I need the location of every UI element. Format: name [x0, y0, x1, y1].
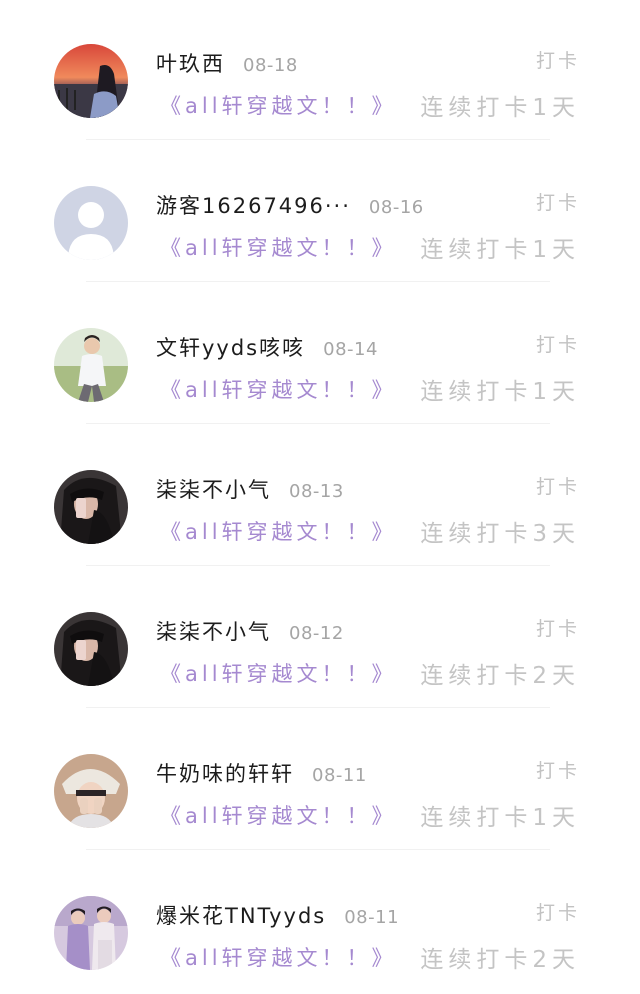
book-title-link[interactable]: 《all轩穿越文！！》 [160, 90, 397, 120]
user-avatar[interactable] [54, 44, 128, 118]
checkin-action-label: 打卡 [535, 334, 580, 356]
checkin-date: 08-16 [368, 197, 424, 218]
divider [86, 139, 550, 140]
user-avatar[interactable] [54, 186, 128, 260]
checkin-item[interactable]: 柒柒不小气 08-12 打卡 《all轩穿越文！！》 连续打卡2天 [0, 568, 640, 710]
username[interactable]: 柒柒不小气 [156, 474, 271, 504]
checkin-action-label: 打卡 [535, 618, 580, 640]
streak-label: 连续打卡3天 [420, 521, 580, 547]
username[interactable]: 牛奶味的轩轩 [156, 758, 294, 788]
streak-label: 连续打卡1天 [420, 805, 580, 831]
checkin-action-label: 打卡 [535, 192, 580, 214]
checkin-date: 08-14 [323, 339, 378, 360]
username[interactable]: 叶玖西 [156, 48, 225, 78]
book-title-link[interactable]: 《all轩穿越文！！》 [160, 516, 397, 546]
book-title-link[interactable]: 《all轩穿越文！！》 [160, 232, 397, 262]
divider [86, 849, 550, 850]
checkin-item[interactable]: 文轩yyds咳咳 08-14 打卡 《all轩穿越文！！》 连续打卡1天 [0, 284, 640, 426]
streak-label: 连续打卡1天 [420, 379, 580, 405]
book-title-link[interactable]: 《all轩穿越文！！》 [160, 800, 397, 830]
checkin-date: 08-11 [312, 765, 367, 786]
user-avatar[interactable] [54, 470, 128, 544]
checkin-action-label: 打卡 [535, 50, 580, 72]
user-avatar[interactable] [54, 328, 128, 402]
checkin-date: 08-13 [289, 481, 344, 502]
username[interactable]: 游客16267496··· [156, 190, 351, 220]
book-title-link[interactable]: 《all轩穿越文！！》 [160, 942, 397, 972]
username[interactable]: 柒柒不小气 [156, 616, 271, 646]
checkin-list: 叶玖西 08-18 打卡 《all轩穿越文！！》 连续打卡1天 游客162674… [0, 0, 640, 988]
user-avatar[interactable] [54, 612, 128, 686]
checkin-date: 08-12 [289, 623, 344, 644]
checkin-item[interactable]: 叶玖西 08-18 打卡 《all轩穿越文！！》 连续打卡1天 [0, 0, 640, 142]
streak-label: 连续打卡2天 [420, 947, 580, 973]
divider [86, 423, 550, 424]
divider [86, 565, 550, 566]
checkin-item[interactable]: 牛奶味的轩轩 08-11 打卡 《all轩穿越文！！》 连续打卡1天 [0, 710, 640, 852]
checkin-date: 08-18 [243, 55, 298, 76]
checkin-item[interactable]: 柒柒不小气 08-13 打卡 《all轩穿越文！！》 连续打卡3天 [0, 426, 640, 568]
checkin-item[interactable]: 游客16267496··· 08-16 打卡 《all轩穿越文！！》 连续打卡1… [0, 142, 640, 284]
checkin-item[interactable]: 爆米花TNTyyds 08-11 打卡 《all轩穿越文！！》 连续打卡2天 [0, 852, 640, 994]
divider [86, 707, 550, 708]
checkin-action-label: 打卡 [535, 476, 580, 498]
username[interactable]: 爆米花TNTyyds [156, 900, 326, 930]
checkin-date: 08-11 [344, 907, 400, 928]
user-avatar[interactable] [54, 754, 128, 828]
checkin-action-label: 打卡 [535, 760, 580, 782]
username[interactable]: 文轩yyds咳咳 [156, 332, 305, 362]
book-title-link[interactable]: 《all轩穿越文！！》 [160, 658, 397, 688]
streak-label: 连续打卡1天 [420, 95, 580, 121]
checkin-action-label: 打卡 [535, 902, 580, 924]
divider [86, 281, 550, 282]
streak-label: 连续打卡1天 [420, 237, 580, 263]
user-avatar[interactable] [54, 896, 128, 970]
book-title-link[interactable]: 《all轩穿越文！！》 [160, 374, 397, 404]
streak-label: 连续打卡2天 [420, 663, 580, 689]
